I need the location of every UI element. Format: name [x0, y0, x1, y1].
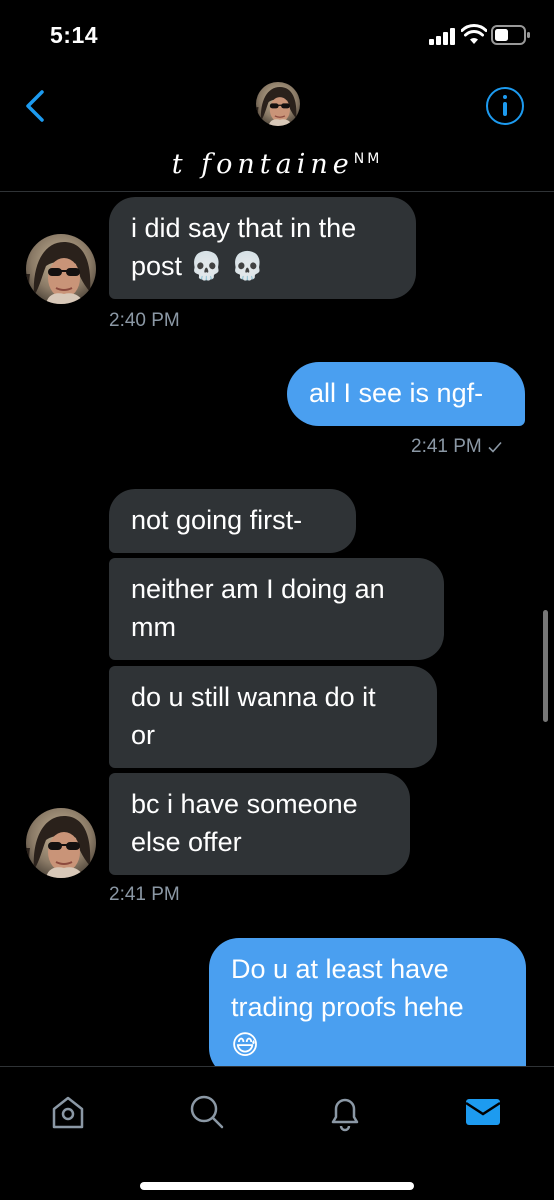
- message-timestamp: 2:41 PM: [411, 436, 482, 457]
- status-bar: 5:14: [0, 0, 554, 70]
- battery-icon: [491, 25, 530, 45]
- incoming-message[interactable]: i did say that in the post 💀 💀: [109, 197, 416, 299]
- status-time: 5:14: [50, 22, 99, 48]
- info-button[interactable]: [486, 87, 524, 125]
- incoming-message[interactable]: do u still wanna do it or: [109, 666, 437, 768]
- message-timestamp: 2:41 PM: [109, 884, 180, 905]
- bottom-tab-bar: [0, 1066, 554, 1200]
- outgoing-message[interactable]: Do u at least have trading proofs hehe 😅: [209, 938, 526, 1078]
- header-avatar[interactable]: [256, 82, 300, 126]
- message-status: 2:41 PM: [411, 436, 525, 458]
- scrollbar[interactable]: [543, 610, 548, 722]
- profile-photo: [256, 82, 300, 126]
- home-icon[interactable]: [48, 1092, 88, 1132]
- incoming-message[interactable]: bc i have someone else offer: [109, 773, 410, 875]
- checkmark-icon: [488, 441, 502, 453]
- incoming-message[interactable]: not going first-: [109, 489, 356, 553]
- display-name: t fontaine: [171, 149, 354, 180]
- wifi-icon: [461, 24, 487, 44]
- home-indicator[interactable]: [140, 1182, 414, 1190]
- outgoing-message[interactable]: all I see is ngf-: [287, 362, 525, 426]
- cellular-signal-icon: [429, 27, 457, 45]
- sender-avatar[interactable]: [26, 808, 96, 878]
- name-suffix: NM: [353, 151, 383, 167]
- back-button[interactable]: [18, 86, 54, 126]
- profile-photo: [26, 808, 96, 878]
- info-icon: [502, 95, 507, 99]
- search-icon[interactable]: [187, 1092, 227, 1132]
- conversation-title[interactable]: t fontaineNM: [0, 149, 554, 180]
- bell-icon[interactable]: [325, 1092, 365, 1132]
- mail-icon[interactable]: [463, 1092, 503, 1132]
- profile-photo: [26, 234, 96, 304]
- dm-conversation-screen: 5:14 t fontaineNM i did say that in the …: [0, 0, 554, 1200]
- sender-avatar[interactable]: [26, 234, 96, 304]
- message-timestamp: 2:40 PM: [109, 310, 180, 331]
- conversation-header: t fontaineNM: [0, 70, 554, 192]
- incoming-message[interactable]: neither am I doing an mm: [109, 558, 444, 660]
